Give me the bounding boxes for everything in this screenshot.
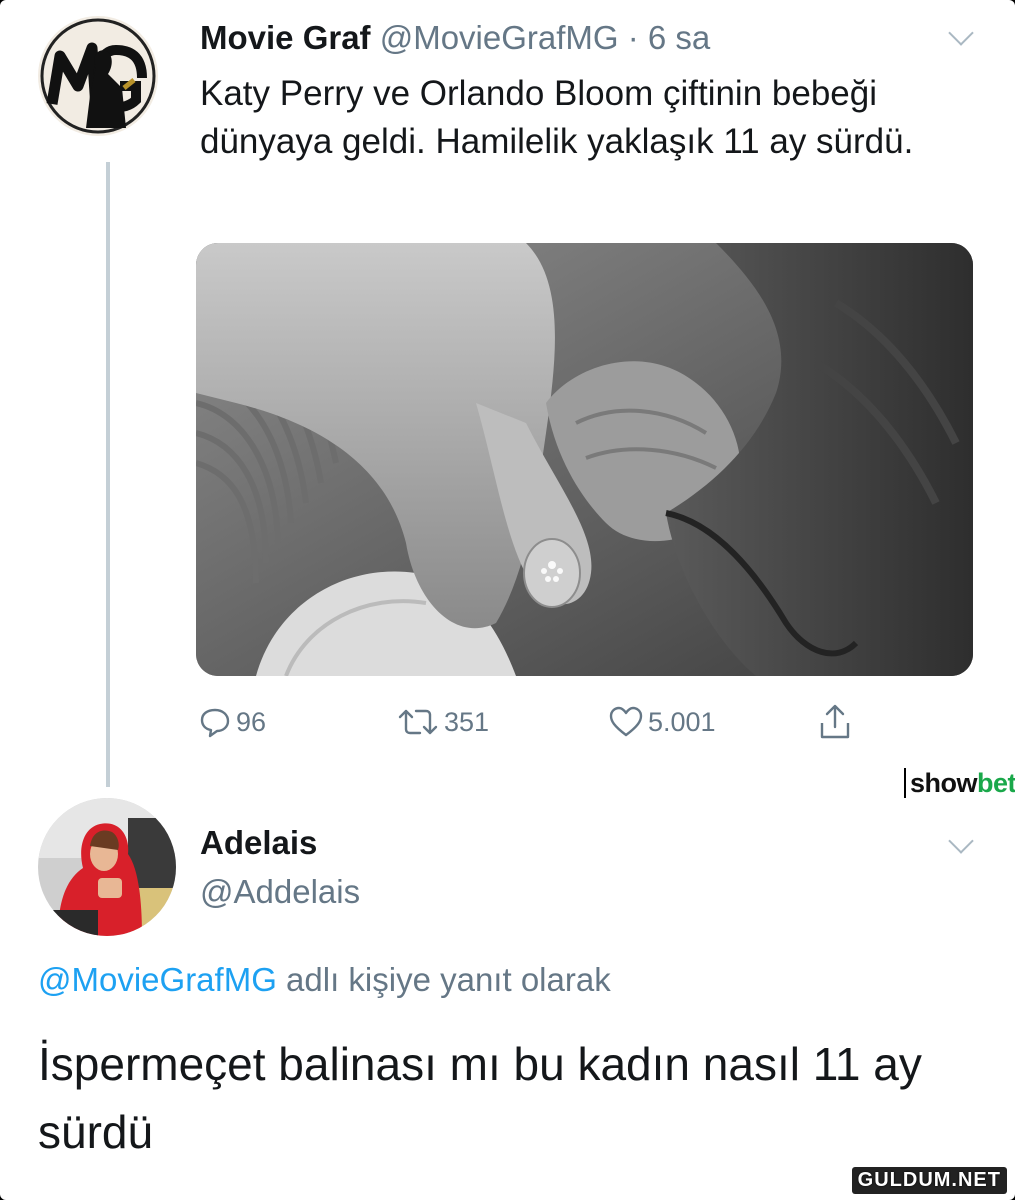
- reply-author-display-name[interactable]: Adelais: [200, 823, 317, 863]
- showbet-watermark: showbet: [904, 768, 1015, 798]
- chevron-down-icon[interactable]: [948, 20, 974, 46]
- tweet-action-bar: 96 351 5.001: [198, 700, 858, 744]
- retweet-count: 351: [444, 706, 490, 737]
- tweet-text: Katy Perry ve Orlando Bloom çiftinin beb…: [200, 74, 914, 161]
- retweet-icon: [398, 709, 438, 735]
- baby-hand-photo: [196, 243, 973, 676]
- reply-button[interactable]: 96: [198, 700, 266, 744]
- showbet-part2: bet: [977, 768, 1015, 798]
- reply-author-handle[interactable]: @Addelais: [200, 872, 360, 912]
- author-handle-time: @MovieGrafMG · 6 sa: [379, 19, 711, 56]
- showbet-part1: show: [910, 768, 978, 798]
- tweet-thread-screen: Movie Graf @MovieGrafMG · 6 sa Katy Perr…: [0, 0, 1015, 1200]
- replying-to-line: @MovieGrafMG adlı kişiye yanıt olarak: [38, 960, 611, 1000]
- guldum-watermark: GULDUM.NET: [851, 1167, 1007, 1194]
- share-icon: [820, 704, 850, 739]
- thread-connector-line: [106, 162, 110, 787]
- reply-icon: [200, 708, 230, 738]
- adelais-avatar[interactable]: [38, 798, 176, 936]
- heart-icon: [609, 706, 643, 737]
- tweet-photo[interactable]: [196, 243, 973, 676]
- share-button[interactable]: [818, 700, 856, 744]
- replying-to-handle-link[interactable]: @MovieGrafMG: [38, 961, 277, 998]
- reply-count: 96: [236, 706, 267, 737]
- reply-tweet-text: İspermeçet balinası mı bu kadın nasıl 11…: [38, 1038, 922, 1158]
- replying-to-suffix: adlı kişiye yanıt olarak: [276, 961, 611, 998]
- retweet-button[interactable]: 351: [396, 700, 489, 744]
- author-display-name[interactable]: Movie Graf: [200, 19, 371, 56]
- chevron-down-icon[interactable]: [948, 828, 974, 854]
- movie-graf-avatar[interactable]: [38, 16, 158, 136]
- tweet-header-line: Movie Graf @MovieGrafMG · 6 sa: [200, 18, 710, 58]
- like-count: 5.001: [648, 706, 716, 737]
- like-button[interactable]: 5.001: [608, 700, 716, 744]
